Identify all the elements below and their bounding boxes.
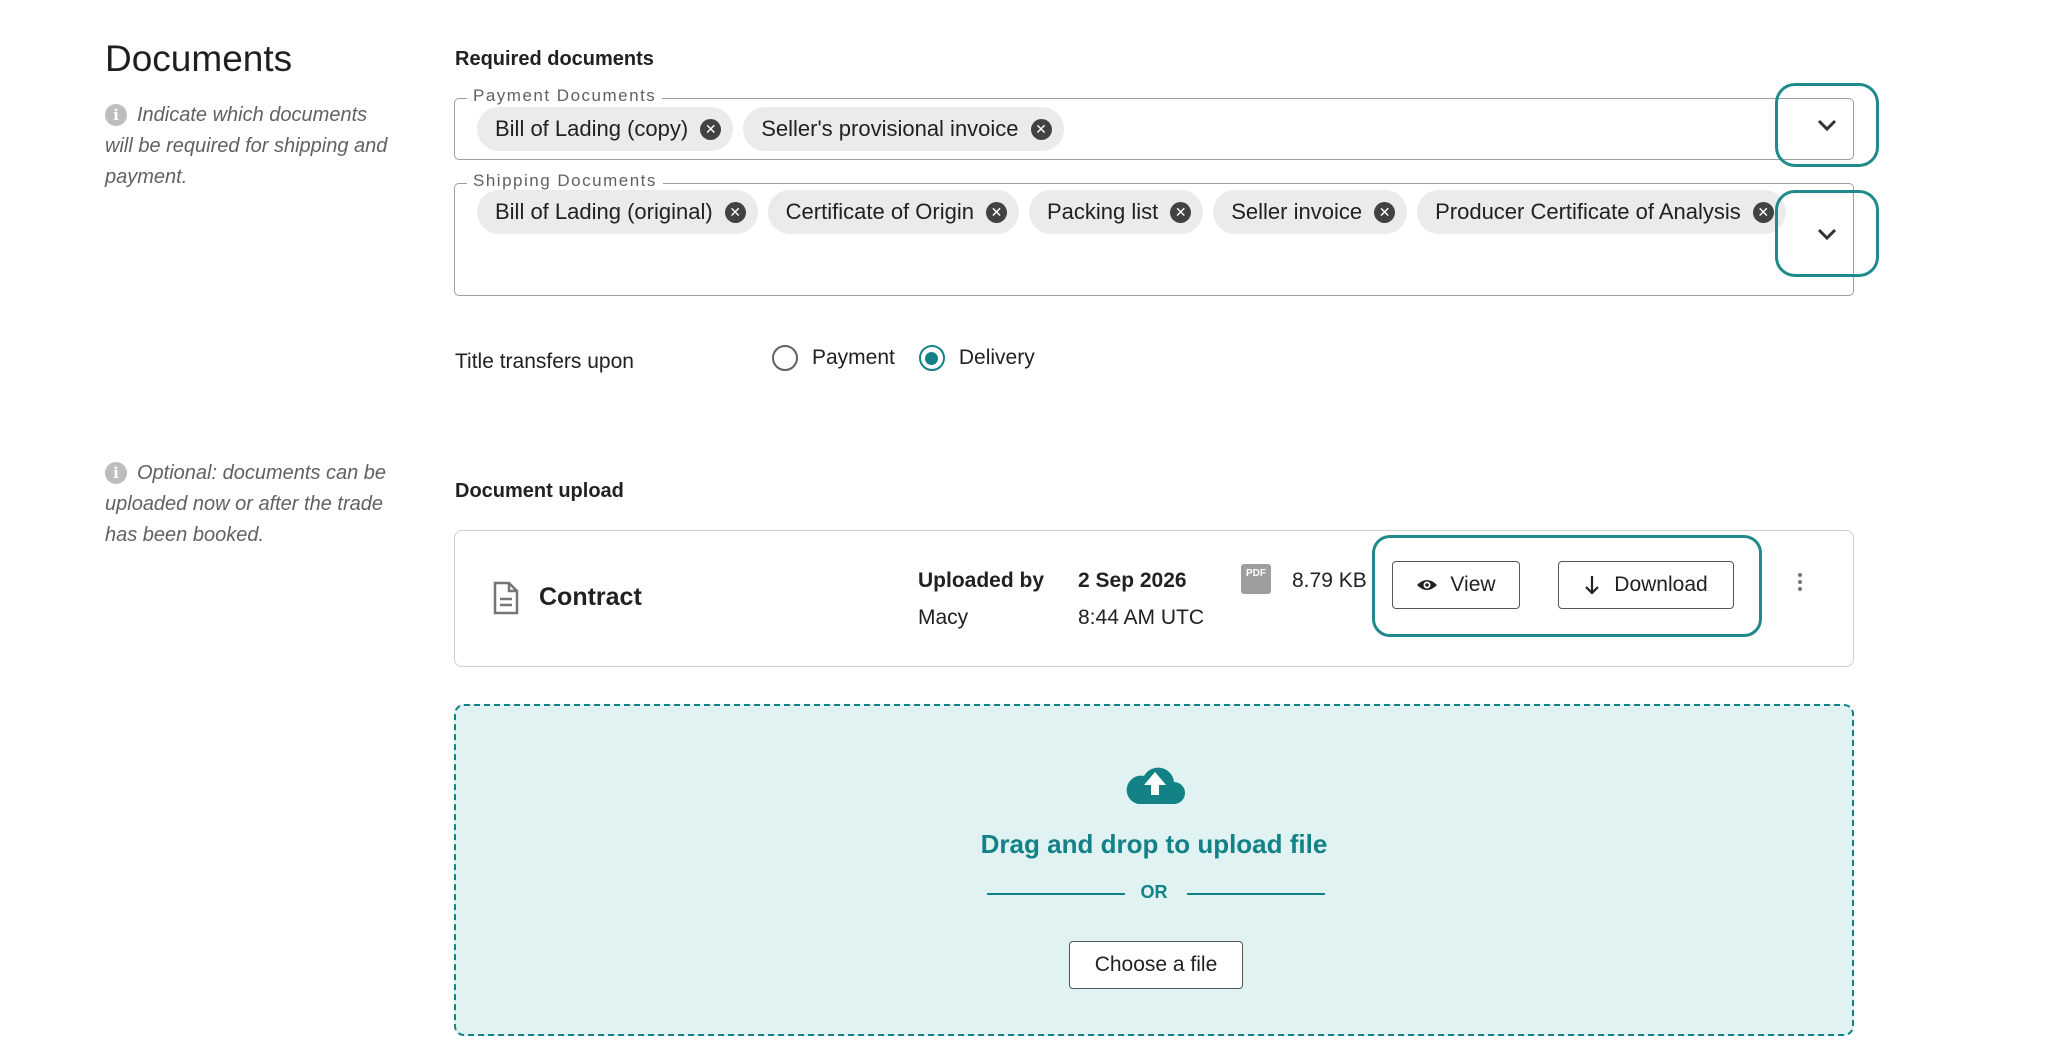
title-transfer-radio-group: Payment Delivery bbox=[772, 345, 1035, 371]
chip-label: Seller's provisional invoice bbox=[761, 116, 1019, 141]
shipping-documents-dropdown-button[interactable] bbox=[1775, 190, 1879, 277]
download-button[interactable]: Download bbox=[1558, 561, 1734, 609]
info-icon: i bbox=[105, 104, 127, 126]
arrow-down-icon bbox=[1585, 576, 1600, 595]
view-button[interactable]: View bbox=[1392, 561, 1520, 609]
page-title: Documents bbox=[105, 38, 293, 79]
chip-label: Seller invoice bbox=[1231, 199, 1363, 224]
chip-label: Bill of Lading (copy) bbox=[495, 116, 689, 141]
cloud-upload-icon bbox=[1126, 767, 1185, 804]
more-options-icon[interactable] bbox=[1795, 573, 1805, 591]
upload-time: 8:44 AM UTC bbox=[1078, 606, 1205, 629]
radio-payment[interactable] bbox=[772, 345, 798, 371]
chip-seller-invoice: Seller invoice ✕ bbox=[1213, 190, 1408, 234]
title-transfer-label: Title transfers upon bbox=[455, 350, 634, 373]
file-drop-zone[interactable]: Drag and drop to upload file OR Choose a… bbox=[454, 704, 1854, 1036]
radio-delivery[interactable] bbox=[918, 345, 945, 371]
document-upload-label: Document upload bbox=[455, 480, 624, 502]
file-type-label: PDF bbox=[1246, 568, 1266, 579]
remove-chip-icon[interactable]: ✕ bbox=[985, 201, 1007, 223]
remove-chip-icon[interactable]: ✕ bbox=[724, 201, 746, 223]
eye-icon bbox=[1417, 580, 1438, 590]
chip-bill-of-lading-original: Bill of Lading (original) ✕ bbox=[477, 190, 758, 234]
chip-bill-of-lading-copy: Bill of Lading (copy) ✕ bbox=[477, 107, 734, 151]
remove-chip-icon[interactable]: ✕ bbox=[1752, 201, 1774, 223]
pdf-icon: PDF bbox=[1241, 564, 1271, 594]
radio-payment-label[interactable]: Payment bbox=[812, 346, 895, 370]
payment-documents-field[interactable]: Payment Documents Bill of Lading (copy) … bbox=[454, 86, 1854, 160]
uploaded-document-card: Contract Uploaded by Macy 2 Sep 2026 8:4… bbox=[454, 530, 1854, 667]
required-info-text: Indicate which documents will be require… bbox=[105, 104, 388, 188]
payment-documents-legend: Payment Documents bbox=[467, 86, 663, 106]
document-name: Contract bbox=[539, 583, 642, 611]
shipping-documents-legend: Shipping Documents bbox=[467, 171, 663, 191]
remove-chip-icon[interactable]: ✕ bbox=[1030, 118, 1052, 140]
choose-file-label: Choose a file bbox=[1094, 953, 1218, 976]
chip-packing-list: Packing list ✕ bbox=[1028, 190, 1204, 234]
payment-documents-dropdown-button[interactable] bbox=[1775, 83, 1879, 167]
or-separator: OR bbox=[1140, 882, 1168, 902]
remove-chip-icon[interactable]: ✕ bbox=[1170, 201, 1192, 223]
optional-info-text: Optional: documents can be uploaded now … bbox=[105, 462, 387, 546]
download-button-label: Download bbox=[1614, 573, 1708, 596]
uploaded-by-name: Macy bbox=[918, 606, 969, 629]
divider-right bbox=[1187, 893, 1325, 895]
chip-label: Packing list bbox=[1046, 199, 1159, 224]
shipping-documents-field[interactable]: Shipping Documents Bill of Lading (origi… bbox=[454, 171, 1854, 296]
chip-label: Bill of Lading (original) bbox=[495, 199, 713, 224]
remove-chip-icon[interactable]: ✕ bbox=[700, 118, 722, 140]
info-icon: i bbox=[105, 462, 127, 484]
required-documents-label: Required documents bbox=[455, 48, 654, 70]
chip-label: Producer Certificate of Analysis bbox=[1435, 199, 1741, 224]
optional-info-note: i Optional: documents can be uploaded now… bbox=[105, 458, 395, 551]
upload-date: 2 Sep 2026 bbox=[1078, 569, 1187, 592]
drop-zone-title: Drag and drop to upload file bbox=[980, 829, 1328, 859]
view-button-label: View bbox=[1450, 573, 1496, 596]
chevron-down-icon bbox=[1817, 228, 1837, 240]
choose-file-button[interactable]: Choose a file bbox=[1069, 941, 1243, 989]
document-icon bbox=[493, 581, 519, 615]
file-size: 8.79 KB bbox=[1292, 569, 1367, 592]
remove-chip-icon[interactable]: ✕ bbox=[1374, 201, 1396, 223]
chip-label: Certificate of Origin bbox=[785, 199, 974, 224]
chip-sellers-provisional-invoice: Seller's provisional invoice ✕ bbox=[743, 107, 1064, 151]
chevron-down-icon bbox=[1817, 119, 1837, 132]
chip-producer-certificate-of-analysis: Producer Certificate of Analysis ✕ bbox=[1417, 190, 1786, 234]
chip-certificate-of-origin: Certificate of Origin ✕ bbox=[767, 190, 1019, 234]
radio-delivery-label[interactable]: Delivery bbox=[959, 346, 1035, 370]
required-info-note: i Indicate which documents will be requir… bbox=[105, 100, 395, 193]
uploaded-by-label: Uploaded by bbox=[918, 569, 1045, 592]
